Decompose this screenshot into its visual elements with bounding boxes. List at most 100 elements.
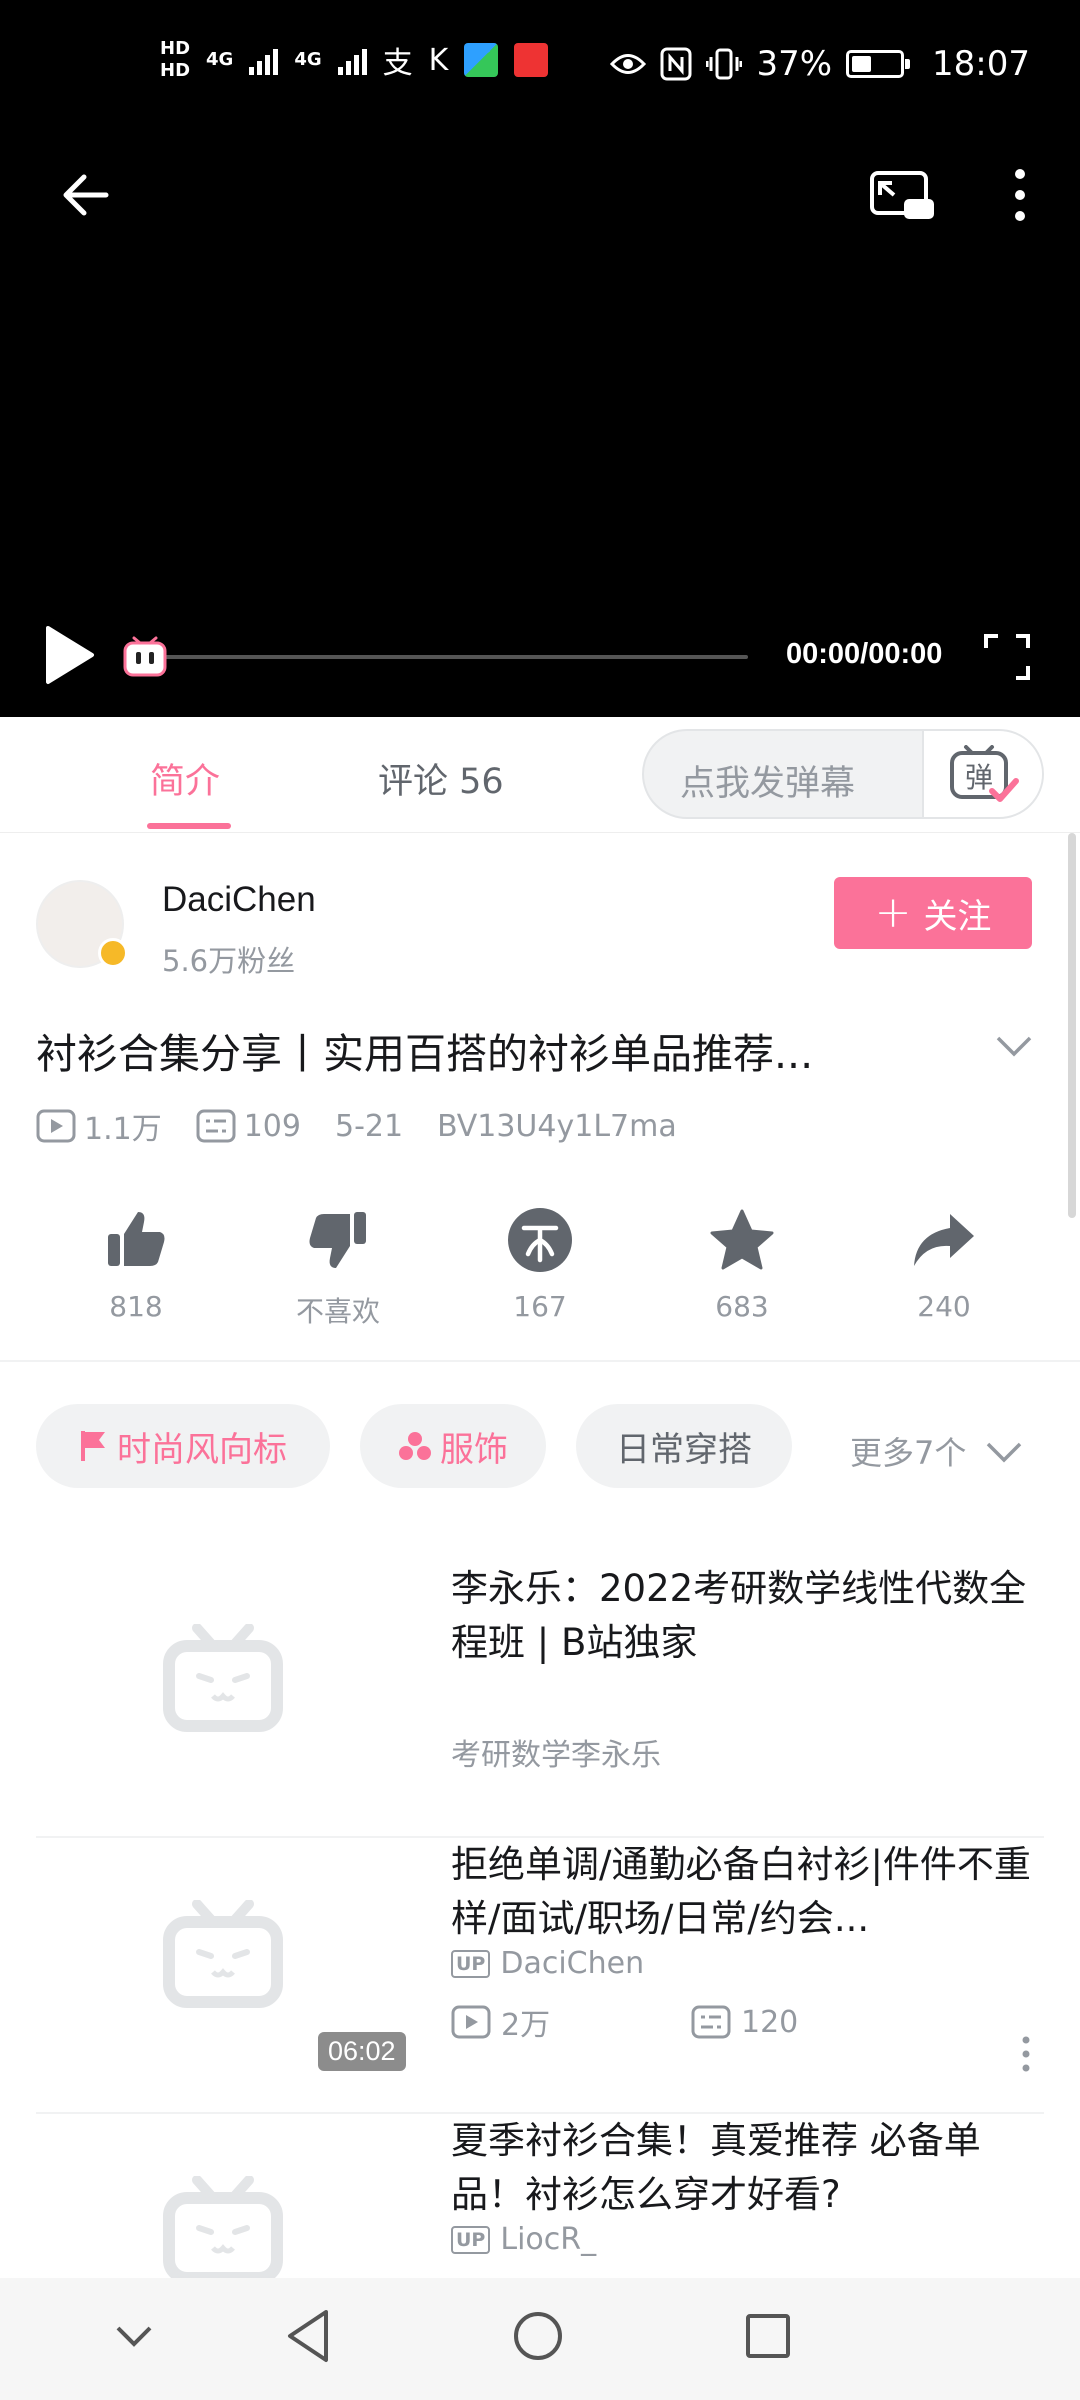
video-player[interactable]: HD HD 4G 4G 支 K 37% 18:07 00:00/00:00 [0,0,1080,717]
tv-placeholder-icon [163,1624,283,1732]
dislike-button[interactable]: 不喜欢 [258,1200,418,1330]
danmaku-count-icon [196,1109,236,1143]
video-thumbnail[interactable]: 06:02 [36,1838,410,2072]
plus-icon: + [874,887,912,938]
more-vertical-icon[interactable] [990,160,1050,230]
danmaku-placeholder: 点我发弹幕 [680,764,856,804]
like-button[interactable]: 818 [56,1200,216,1323]
publish-date: 5-21 [334,1108,404,1144]
video-thumbnail[interactable] [36,1562,410,1796]
coin-count: 167 [513,1290,567,1323]
follow-label: 关注 [923,896,992,937]
fullscreen-icon[interactable] [982,632,1032,682]
network-type-2: 4G [294,49,322,70]
up-badge: UP [451,2225,491,2254]
video-duration: 06:02 [318,2032,406,2071]
list-item[interactable]: 06:02 拒绝单调/通勤必备白衬衫|件件不重样/面试/职场/日常/约会... … [36,1838,1080,2114]
chevron-down-icon [987,1442,1022,1463]
tv-placeholder-icon [163,2176,283,2284]
share-arrow-icon [914,1214,974,1266]
timecode: 00:00/00:00 [786,638,943,670]
flag-icon [81,1431,105,1461]
nav-recents-icon[interactable] [744,2312,792,2360]
like-count: 818 [109,1290,163,1323]
video-title[interactable]: 衬衫合集分享丨实用百搭的衬衫单品推荐... [36,1020,956,1080]
signal-icon-1 [249,45,279,75]
ad-author: 考研数学李永乐 [451,1738,661,1773]
battery-icon [846,50,911,78]
thumbs-up-icon [108,1212,165,1266]
play-count-icon [451,2005,491,2039]
tab-intro[interactable]: 简介 [150,753,220,804]
back-arrow-icon[interactable] [56,165,116,225]
video-author: LiocR_ [500,2222,597,2257]
favorite-count: 683 [715,1290,769,1323]
view-count: 1.1万 [84,1112,162,1147]
list-item[interactable]: 李永乐：2022考研数学线性代数全程班 | B站独家 考研数学李永乐 [36,1562,1080,1838]
battery-percent: 37% [756,44,833,84]
coin-button[interactable]: 167 [460,1200,620,1323]
video-author: DaciChen [500,1946,645,1981]
nfc-icon [660,47,692,81]
tag-label: 时尚风向标 [117,1429,287,1470]
nav-back-icon[interactable] [284,2308,332,2364]
tag-fashion-trend[interactable]: 时尚风向标 [36,1404,330,1488]
action-row: 818 不喜欢 167 683 240 [0,1200,1080,1330]
play-icon[interactable] [40,620,100,690]
uploader-fans: 5.6万粉丝 [162,944,296,978]
favorite-button[interactable]: 683 [662,1200,822,1323]
nav-home-icon[interactable] [512,2310,564,2362]
sim-hd-indicator: HD HD [160,38,191,81]
tab-comments[interactable]: 评论 56 [378,753,504,804]
uploader-name[interactable]: DaciChen [162,880,316,920]
k-app-icon: K [428,42,449,78]
signal-icon-2 [337,45,367,75]
tab-bar: 简介 评论 56 点我发弹幕 弹 [0,717,1080,833]
dislike-label: 不喜欢 [295,1295,380,1328]
video-title: 拒绝单调/通勤必备白衬衫|件件不重样/面试/职场/日常/约会... [451,1843,1031,1940]
progress-thumb-tv-icon[interactable] [122,635,168,679]
star-icon [710,1209,774,1270]
danmaku-count-icon [691,2005,731,2039]
lightning-badge-icon [98,938,128,968]
svg-text:弹: 弹 [965,761,993,794]
tag-label: 服饰 [440,1429,508,1470]
scrollbar[interactable] [1068,833,1076,1218]
share-count: 240 [917,1290,971,1323]
section-divider [0,1360,1080,1362]
video-meta: 1.1万 109 5-21 BV13U4y1L7ma [36,1104,711,1148]
tag-clothing[interactable]: 服饰 [360,1404,546,1488]
play-count-icon [36,1109,76,1143]
video-title: 李永乐：2022考研数学线性代数全程班 | B站独家 [451,1567,1027,1664]
coin-icon [508,1208,572,1272]
follow-button[interactable]: + 关注 [834,877,1032,949]
danmaku-toggle-button[interactable]: 弹 [922,731,1042,817]
hide-nav-chevron-icon[interactable] [114,2322,154,2350]
danmaku-input[interactable]: 点我发弹幕 弹 [642,729,1044,819]
more-tags-button[interactable]: 更多7个 [850,1428,1024,1474]
danmaku-toggle-icon: 弹 [950,745,1019,802]
more-vertical-icon[interactable] [1016,2034,1036,2074]
eye-icon [610,54,647,74]
tv-placeholder-icon [163,1900,283,2008]
alipay-icon: 支 [382,46,413,81]
tag-daily-outfit[interactable]: 日常穿搭 [576,1404,792,1488]
progress-bar[interactable] [146,655,748,659]
video-title: 夏季衬衫合集！真爱推荐 必备单品！衬衫怎么穿才好看? [451,2119,981,2216]
clock: 18:07 [932,44,1030,84]
map-app-icon [464,43,499,77]
bvid: BV13U4y1L7ma [437,1108,677,1144]
share-button[interactable]: 240 [864,1200,1024,1323]
thumbs-down-icon [309,1212,366,1268]
danmaku-count: 109 [243,1108,301,1144]
pip-cast-icon[interactable] [866,165,936,225]
chevron-down-icon[interactable] [992,1028,1036,1064]
status-bar: HD HD 4G 4G 支 K 37% 18:07 [0,0,1080,135]
avatar[interactable] [36,880,128,968]
view-count: 2万 [501,2008,551,2043]
tab-indicator [147,823,231,829]
more-tags-label: 更多7个 [850,1434,967,1472]
tag-label: 日常穿搭 [616,1429,752,1470]
danmaku-count: 120 [741,2004,799,2040]
network-type-1: 4G [206,49,234,70]
